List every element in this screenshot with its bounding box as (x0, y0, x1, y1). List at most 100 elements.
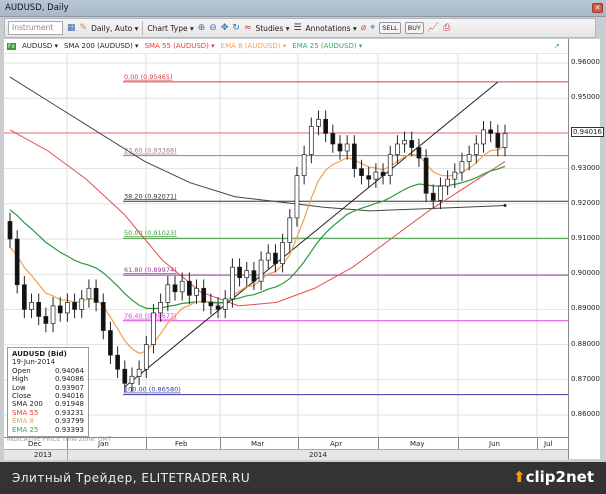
candle-bullish (222, 298, 228, 310)
indicative-price-label: INDICATIVE PRICE Time Zone: GMT (7, 436, 112, 443)
divider (142, 21, 144, 35)
candle-bearish (423, 157, 429, 194)
candle-bullish (265, 252, 271, 261)
candle-bullish (65, 302, 70, 314)
year-label: 2013 (34, 451, 52, 459)
print-icon[interactable]: ⎙ (443, 23, 450, 33)
info-value: 0.91948 (55, 400, 84, 409)
candle-bullish (294, 175, 300, 219)
annotations-icon[interactable]: ☰ (293, 23, 301, 33)
candle-bullish (452, 171, 458, 180)
candle-bearish (93, 287, 99, 303)
candle-bearish (351, 143, 357, 169)
watermark-text: Элитный Трейдер, ELITETRADER.RU (12, 471, 251, 485)
info-key: Low (12, 383, 26, 392)
candle-bullish (280, 242, 285, 264)
candle-bearish (495, 133, 501, 148)
candle-bullish (481, 129, 486, 145)
refresh-icon[interactable]: ↻ (232, 23, 240, 33)
legend-sma200[interactable]: SMA 200 (AUDUSD) ▾ (64, 42, 139, 50)
fib-level-label: 61.80 (0.89974) (124, 266, 177, 274)
fx-icon: Fx (7, 42, 17, 50)
info-row: High 0.94086 (12, 375, 84, 383)
info-row: EMA 25 0.93393 (12, 426, 84, 434)
chart-icon[interactable]: 📈 (428, 23, 439, 33)
candle-bearish (237, 266, 242, 279)
year-row: 2013 2014 (4, 449, 568, 461)
zoom-in-icon[interactable]: ⊕ (198, 23, 206, 33)
candle-bullish (373, 171, 379, 180)
info-key: SMA 200 (12, 400, 43, 409)
eraser-icon[interactable]: ⌀ (361, 23, 366, 33)
buy-button[interactable]: BUY (404, 22, 424, 34)
month-label: Mar (251, 440, 265, 448)
fib-level-label: 100.00 (0.86580) (124, 386, 181, 394)
candle-bullish (29, 302, 34, 310)
studies-dropdown[interactable]: Studies ▾ (255, 24, 289, 33)
candle-bearish (215, 305, 221, 310)
pan-icon[interactable]: ✥ (221, 23, 229, 33)
close-icon[interactable]: ✕ (592, 3, 603, 13)
candle-bullish (258, 259, 264, 282)
fib-level-label: 50.00 (0.91023) (124, 229, 177, 237)
month-label: Jul (544, 440, 553, 448)
candle-bearish (115, 354, 120, 370)
month-divider (298, 438, 299, 449)
candle-bullish (344, 143, 350, 152)
price-chart[interactable]: 0.00 (0.95465)23.60 (0.93368)38.20 (0.92… (4, 54, 604, 459)
legend-sma55[interactable]: SMA 55 (AUDUSD) ▾ (145, 42, 215, 50)
candle-bearish (380, 171, 386, 176)
studies-icon[interactable]: ≈ (244, 23, 252, 33)
info-key: High (12, 375, 29, 384)
legend-ema25[interactable]: EMA 25 (AUDUSD) ▾ (292, 42, 362, 50)
candle-bearish (430, 192, 436, 201)
candle-bullish (50, 305, 56, 324)
candle-bullish (165, 284, 171, 303)
candle-bearish (122, 368, 128, 384)
candle-bearish (72, 302, 77, 310)
candle-bullish (230, 266, 235, 300)
info-title: AUDUSD (Bid) (12, 350, 67, 358)
fib-level-label: 76.40 (0.88677) (124, 312, 177, 320)
info-date: 19-Jun-2014 (12, 358, 56, 367)
month-label: Jun (489, 440, 500, 448)
pin-icon[interactable]: ➚ (554, 42, 560, 50)
candle-bullish (136, 368, 142, 377)
candle-bullish (287, 217, 293, 243)
period-dropdown[interactable]: Daily, Auto ▾ (91, 24, 138, 33)
month-label: May (410, 440, 425, 448)
year-label: 2014 (309, 451, 327, 459)
candle-bearish (409, 140, 415, 148)
clip2net-logo: ⬆clip2net (513, 468, 594, 486)
candle-bearish (100, 302, 106, 331)
candle-bearish (21, 284, 27, 310)
candle-bearish (172, 284, 178, 293)
candle-bullish (308, 126, 314, 155)
info-key: EMA 25 (12, 425, 39, 434)
candle-bearish (359, 168, 364, 176)
candle-bearish (366, 175, 372, 180)
chart-type-dropdown[interactable]: Chart Type ▾ (147, 24, 193, 33)
candle-bullish (158, 302, 164, 314)
crosshair-icon[interactable]: ⌖ (370, 23, 375, 33)
instrument-picker-icon[interactable]: ▦ (67, 23, 76, 33)
candle-bullish (402, 140, 407, 145)
info-key: EMA 8 (12, 417, 34, 426)
candle-bearish (201, 287, 207, 303)
instrument-input[interactable]: Instrument (8, 21, 63, 35)
sell-button[interactable]: SELL (379, 22, 401, 34)
year-divider (67, 450, 68, 461)
legend-audusd[interactable]: AUDUSD ▾ (22, 42, 58, 50)
info-row: Low 0.93907 (12, 384, 84, 392)
draw-icon[interactable]: ✎ (80, 23, 88, 33)
candle-bearish (273, 252, 278, 264)
candle-bearish (14, 238, 20, 286)
annotations-dropdown[interactable]: Annotations ▾ (306, 24, 357, 33)
sma200-end-marker (503, 204, 507, 208)
legend-ema8[interactable]: EMA 8 (AUDUSD) ▾ (221, 42, 287, 50)
candle-bullish (438, 185, 443, 201)
zoom-out-icon[interactable]: ⊖ (209, 23, 217, 33)
candle-bearish (488, 129, 494, 134)
study-legend: Fx AUDUSD ▾ SMA 200 (AUDUSD) ▾ SMA 55 (A… (4, 39, 568, 54)
month-divider (378, 438, 379, 449)
